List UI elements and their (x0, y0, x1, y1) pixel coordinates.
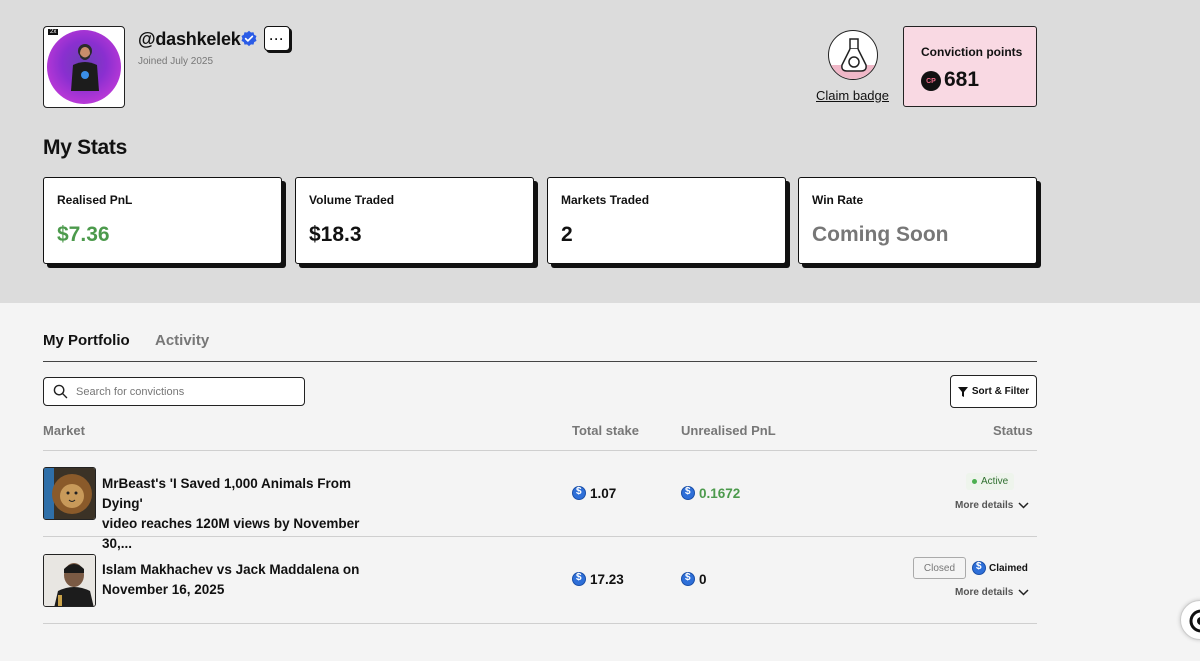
stat-label: Win Rate (812, 193, 864, 207)
market-title[interactable]: Islam Makhachev vs Jack Maddalena on Nov… (102, 560, 392, 600)
search-icon (53, 384, 68, 399)
stat-card-volume-traded: Volume Traded $18.3 (295, 177, 534, 264)
more-details-label: More details (955, 587, 1014, 598)
lion-image (44, 468, 95, 519)
search-box[interactable] (43, 377, 305, 406)
market-title[interactable]: MrBeast's 'I Saved 1,000 Animals From Dy… (102, 474, 392, 554)
more-details-label: More details (955, 500, 1014, 511)
market-title-line: Islam Makhachev vs Jack Maddalena on (102, 562, 360, 577)
claimed-indicator: Claimed (972, 561, 1028, 575)
stat-card-markets-traded: Markets Traded 2 (547, 177, 786, 264)
avatar[interactable]: 2x (43, 26, 125, 108)
column-header-status: Status (993, 423, 1033, 438)
market-thumbnail[interactable] (43, 554, 96, 607)
unrealised-pnl: 0 (681, 572, 707, 587)
status-label: Active (981, 476, 1009, 487)
market-title-line: November 16, 2025 (102, 582, 225, 597)
stats-title: My Stats (43, 136, 127, 159)
flask-icon (841, 38, 867, 72)
claimed-label: Claimed (989, 562, 1028, 574)
coin-icon (972, 561, 986, 575)
market-title-line: MrBeast's 'I Saved 1,000 Animals From Dy… (102, 476, 352, 511)
verified-check-icon (241, 30, 257, 47)
row-divider (43, 536, 1037, 537)
coin-icon (572, 486, 586, 500)
coin-icon (681, 486, 695, 500)
unrealised-pnl: 0.1672 (681, 486, 740, 501)
badge-icon[interactable] (828, 30, 878, 80)
avatar-tag: 2x (48, 29, 59, 35)
stat-label: Markets Traded (561, 193, 650, 207)
stat-value: $18.3 (309, 223, 362, 246)
stat-value: Coming Soon (812, 223, 949, 246)
joined-date: Joined July 2025 (138, 56, 214, 67)
stat-value: 2 (561, 223, 573, 246)
profile-header: 2x @dashkelek ··· Joined July 2025 Claim… (0, 0, 1200, 303)
avatar-person-image (71, 44, 99, 91)
stake-value: 17.23 (590, 572, 624, 587)
conviction-points-value: 681 (944, 68, 980, 91)
pnl-value: 0.1672 (699, 486, 741, 501)
conviction-points-icon: CP (921, 71, 941, 91)
stat-card-win-rate: Win Rate Coming Soon (798, 177, 1037, 264)
tab-my-portfolio[interactable]: My Portfolio (43, 332, 130, 349)
sort-filter-label: Sort & Filter (971, 386, 1030, 397)
status-badge: Active (966, 473, 1015, 490)
status-dot-icon (972, 479, 977, 484)
chat-icon (1189, 609, 1200, 633)
more-options-button[interactable]: ··· (264, 26, 290, 51)
coin-icon (572, 572, 586, 586)
tab-activity[interactable]: Activity (155, 332, 209, 349)
coin-icon (681, 572, 695, 586)
stat-label: Volume Traded (309, 193, 395, 207)
column-header-total-stake: Total stake (572, 423, 639, 438)
total-stake: 17.23 (572, 572, 624, 587)
more-details-button[interactable]: More details (955, 500, 1029, 511)
total-stake: 1.07 (572, 486, 616, 501)
support-widget-button[interactable] (1180, 600, 1200, 640)
stat-value: $7.36 (57, 223, 110, 246)
chevron-down-icon (1018, 502, 1029, 509)
conviction-points-label: Conviction points (921, 45, 1023, 59)
fighter-image (44, 555, 95, 606)
stat-card-realised-pnl: Realised PnL $7.36 (43, 177, 282, 264)
stake-value: 1.07 (590, 486, 617, 501)
column-header-unrealised-pnl: Unrealised PnL (681, 423, 776, 438)
chevron-down-icon (1018, 589, 1029, 596)
sort-filter-button[interactable]: Sort & Filter (950, 375, 1037, 408)
header-divider (43, 450, 1037, 451)
market-thumbnail[interactable] (43, 467, 96, 520)
pnl-value: 0 (699, 572, 707, 587)
column-header-market: Market (43, 423, 85, 438)
filter-icon (957, 386, 968, 397)
stat-label: Realised PnL (57, 193, 133, 207)
profile-handle: @dashkelek (138, 29, 241, 49)
more-details-button[interactable]: More details (955, 587, 1029, 598)
more-dots-icon: ··· (269, 31, 285, 46)
search-input[interactable] (76, 383, 296, 401)
tab-divider (43, 361, 1037, 362)
market-title-line: video reaches 120M views by November 30,… (102, 516, 360, 551)
conviction-points-card: Conviction points CP 681 (903, 26, 1037, 107)
claim-badge-link[interactable]: Claim badge (816, 88, 889, 103)
row-divider (43, 623, 1037, 624)
status-badge: Closed (913, 557, 966, 579)
